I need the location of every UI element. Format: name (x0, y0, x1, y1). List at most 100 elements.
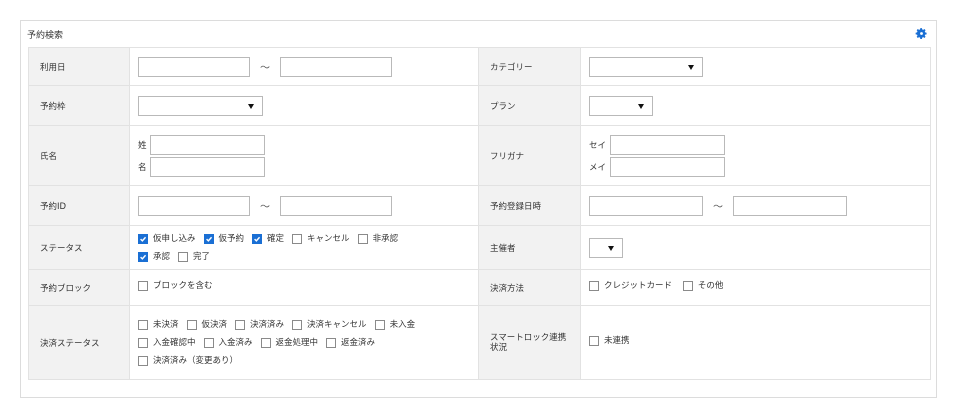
checkbox[interactable] (178, 251, 189, 262)
checkbox[interactable] (589, 281, 599, 291)
registered-from-input[interactable] (589, 195, 703, 216)
checkbox-label: 未連携 (604, 336, 630, 346)
label-status: ステータス (28, 225, 130, 270)
use-date-range: ～ (129, 47, 479, 86)
label-use-date: 利用日 (28, 47, 130, 86)
payment-status-checkbox-payment-cancelled[interactable]: 決済キャンセル (292, 319, 367, 330)
checkbox[interactable] (260, 337, 271, 348)
payment-method-credit-card-checkbox[interactable]: クレジットカード (589, 281, 672, 291)
checkbox-label: 未入金 (389, 319, 416, 330)
organizer-select[interactable] (589, 237, 623, 258)
label-category: カテゴリー (478, 47, 581, 86)
status-checkbox-rejected[interactable]: 非承認 (357, 233, 399, 244)
checkbox-label: 確定 (267, 233, 285, 244)
checkbox-label: 仮予約 (218, 233, 245, 244)
status-checkbox-confirmed[interactable]: 確定 (252, 233, 285, 244)
checkbox-checked[interactable] (138, 233, 148, 244)
chevron-down-icon (688, 64, 694, 70)
checkbox-label: 入金済み (218, 337, 253, 348)
sei-kana-label: セイ (589, 140, 607, 151)
checkbox-label: 返金処理中 (275, 337, 319, 348)
panel-header: 予約検索 (21, 21, 936, 47)
block-include-checkbox[interactable]: ブロックを含む (138, 281, 213, 291)
use-date-from-input[interactable] (138, 56, 250, 77)
use-date-to-input[interactable] (280, 56, 392, 77)
payment-method-other-checkbox[interactable]: その他 (682, 281, 723, 291)
checkbox[interactable] (138, 319, 148, 330)
status-checkbox-cancelled[interactable]: キャンセル (292, 233, 350, 244)
checkbox[interactable] (138, 281, 148, 291)
checkbox-label: 承認 (153, 251, 171, 262)
slot-select[interactable] (138, 95, 263, 116)
category-select[interactable] (589, 56, 703, 77)
payment-status-checkbox-paid-changed[interactable]: 決済済み（変更あり） (138, 355, 238, 366)
label-reservation-id: 予約ID (28, 185, 130, 226)
checkbox-label: 返金済み (341, 337, 376, 348)
check-icon (140, 236, 147, 242)
status-checkbox-approved[interactable]: 承認 (138, 251, 171, 262)
checkbox-label: 決済キャンセル (307, 319, 367, 330)
smartlock-not-linked-checkbox[interactable]: 未連携 (589, 336, 630, 346)
status-checkbox-tentative-booking[interactable]: 仮予約 (203, 233, 245, 244)
first-name-input[interactable] (150, 156, 265, 177)
payment-status-checkbox-provisional[interactable]: 仮決済 (186, 319, 228, 330)
last-name-input[interactable] (150, 134, 265, 155)
checkbox-checked[interactable] (252, 233, 263, 244)
reservation-id-from-input[interactable] (138, 195, 250, 216)
reservation-id-to-input[interactable] (280, 195, 392, 216)
status-checkbox-completed[interactable]: 完了 (178, 251, 210, 262)
checkbox-label: キャンセル (307, 233, 350, 244)
label-furigana: フリガナ (478, 125, 581, 186)
mei-label: 名 (138, 162, 147, 173)
checkbox[interactable] (374, 319, 385, 330)
checkbox-checked[interactable] (138, 251, 148, 262)
sei-label: 姓 (138, 140, 147, 151)
payment-status-checkbox-paid[interactable]: 決済済み (235, 319, 284, 330)
checkbox-label: 入金確認中 (153, 337, 196, 348)
label-payment-status: 決済ステータス (28, 305, 130, 380)
checkbox-label: 非承認 (372, 233, 399, 244)
checkbox[interactable] (326, 337, 337, 348)
payment-status-checkbox-refunded[interactable]: 返金済み (326, 337, 376, 348)
payment-status-checkbox-deposit-checking[interactable]: 入金確認中 (138, 337, 196, 348)
checkbox[interactable] (292, 233, 303, 244)
label-block: 予約ブロック (28, 269, 130, 306)
payment-status-checkbox-unpaid[interactable]: 未決済 (138, 319, 179, 330)
label-plan: プラン (478, 85, 581, 126)
checkbox[interactable] (235, 319, 246, 330)
checkbox-label: クレジットカード (604, 281, 673, 291)
first-name-kana-input[interactable] (610, 156, 725, 177)
status-checkbox-tentative-application[interactable]: 仮申し込み (138, 233, 196, 244)
label-organizer: 主催者 (478, 225, 581, 270)
check-icon (254, 236, 261, 242)
chevron-down-icon (608, 245, 614, 251)
checkbox-checked[interactable] (203, 233, 214, 244)
checkbox-label: 仮決済 (201, 319, 228, 330)
registered-to-input[interactable] (733, 195, 847, 216)
checkbox[interactable] (138, 337, 148, 348)
gear-icon[interactable] (915, 27, 928, 40)
label-payment-method: 決済方法 (478, 269, 581, 306)
chevron-down-icon (248, 103, 254, 109)
label-smartlock: スマートロック連携状況 (478, 305, 581, 380)
form-row: 利用日 ～ カテゴリー (28, 47, 931, 86)
reservation-search-panel: 予約検索 利用日 ～ カテゴリー 予約枠 プラン 氏名 姓 名 フリガナ セイ … (20, 20, 937, 398)
plan-select[interactable] (589, 95, 653, 116)
check-icon (140, 254, 147, 260)
checkbox[interactable] (292, 319, 303, 330)
checkbox-label: 未決済 (153, 319, 179, 330)
checkbox[interactable] (357, 233, 368, 244)
payment-status-checkbox-not-deposited[interactable]: 未入金 (374, 319, 416, 330)
label-slot: 予約枠 (28, 85, 130, 126)
panel-title: 予約検索 (27, 31, 64, 41)
checkbox[interactable] (138, 355, 148, 366)
checkbox[interactable] (203, 337, 214, 348)
form-row: 決済ステータス 未決済 仮決済 決済済み 決済キャンセル 未入金 入金確認中 入… (28, 305, 931, 380)
checkbox[interactable] (186, 319, 197, 330)
last-name-kana-input[interactable] (610, 134, 725, 155)
payment-status-checkbox-deposited[interactable]: 入金済み (203, 337, 253, 348)
checkbox[interactable] (682, 281, 693, 291)
form-row: 予約ブロック ブロックを含む 決済方法 クレジットカード その他 (28, 269, 931, 306)
payment-status-checkbox-refund-processing[interactable]: 返金処理中 (260, 337, 319, 348)
checkbox[interactable] (589, 336, 599, 346)
